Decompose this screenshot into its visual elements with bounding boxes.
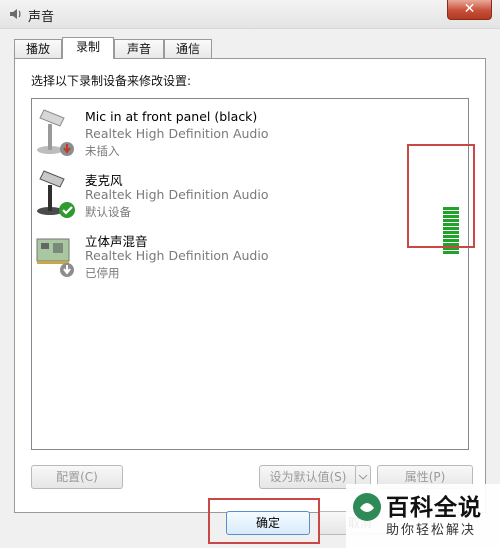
list-item[interactable]: Mic in at front panel (black) Realtek Hi… (32, 103, 468, 161)
recording-panel: 选择以下录制设备来修改设置: Mic in at front panel (bl… (14, 58, 486, 513)
device-name: Mic in at front panel (black) (85, 109, 258, 124)
list-item[interactable]: 麦克风 Realtek High Definition Audio 默认设备 (32, 164, 468, 222)
default-check-icon (59, 202, 75, 218)
microphone-icon (37, 170, 75, 218)
device-driver: Realtek High Definition Audio (85, 187, 269, 202)
tab-communications[interactable]: 通信 (164, 39, 212, 58)
tab-recording[interactable]: 录制 (62, 37, 114, 59)
sound-dialog: 声音 ✕ 播放 录制 声音 通信 选择以下录制设备来修改设置: Mic in a… (0, 0, 500, 548)
level-highlight-box (407, 144, 475, 248)
set-default-button[interactable]: 设为默认值(S) (259, 465, 357, 489)
tab-sounds[interactable]: 声音 (114, 39, 164, 58)
watermark: 百科全说 助你轻松解决 (346, 484, 500, 548)
watermark-title: 百科全说 (386, 495, 482, 521)
speaker-icon (10, 9, 21, 19)
sound-card-icon (36, 238, 74, 277)
level-bar (443, 251, 459, 254)
device-driver: Realtek High Definition Audio (85, 126, 269, 141)
ok-highlight-box (208, 498, 320, 544)
tab-playback[interactable]: 播放 (14, 39, 62, 58)
device-driver: Realtek High Definition Audio (85, 248, 269, 263)
list-item[interactable]: 立体声混音 Realtek High Definition Audio 已停用 (32, 225, 468, 283)
window-title: 声音 (28, 10, 55, 25)
configure-button[interactable]: 配置(C) (31, 465, 123, 489)
chevron-down-icon (358, 474, 368, 480)
microphone-icon (37, 109, 74, 156)
device-list[interactable]: Mic in at front panel (black) Realtek Hi… (31, 98, 469, 450)
watermark-subtitle: 助你轻松解决 (386, 523, 477, 538)
device-status: 未插入 (85, 144, 120, 158)
device-status: 已停用 (85, 266, 120, 280)
close-button[interactable]: ✕ (447, 0, 492, 20)
title-bar: 声音 ✕ (0, 0, 500, 29)
instruction-text: 选择以下录制设备来修改设置: (31, 74, 192, 88)
device-status: 默认设备 (85, 205, 131, 219)
watermark-logo-icon (353, 493, 381, 521)
